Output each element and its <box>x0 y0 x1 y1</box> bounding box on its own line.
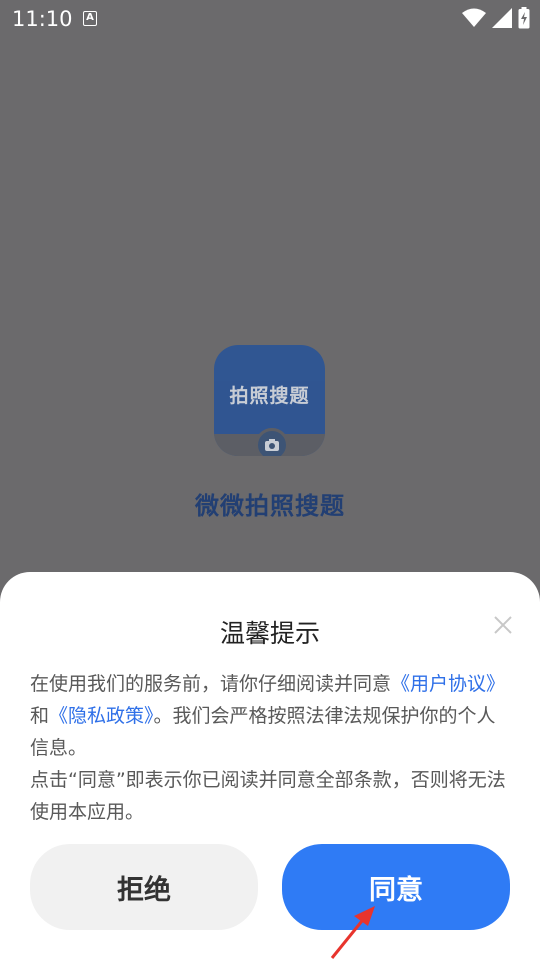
agree-button[interactable]: 同意 <box>282 844 510 930</box>
status-bar: 11:10 A <box>0 0 540 38</box>
privacy-dialog: 温馨提示 在使用我们的服务前，请你仔细阅读并同意《用户协议》和《隐私政策》。我们… <box>0 572 540 960</box>
privacy-policy-link[interactable]: 《隐私政策》 <box>49 705 154 727</box>
status-time: 11:10 <box>12 7 73 31</box>
body-text: 点击“同意”即表示你已阅读并同意全部条款，否则将无法使用本应用。 <box>30 769 506 823</box>
app-name: 微微拍照搜题 <box>195 492 345 520</box>
wifi-icon <box>462 8 486 27</box>
app-logo-text: 拍照搜题 <box>229 385 310 407</box>
refuse-button[interactable]: 拒绝 <box>30 844 258 930</box>
user-agreement-link[interactable]: 《用户协议》 <box>391 673 505 695</box>
dialog-body: 在使用我们的服务前，请你仔细阅读并同意《用户协议》和《隐私政策》。我们会严格按照… <box>30 668 514 828</box>
battery-icon <box>518 7 530 29</box>
close-icon <box>494 616 512 634</box>
camera-icon <box>255 428 289 456</box>
body-text: 和 <box>30 705 50 727</box>
close-button[interactable] <box>490 612 516 638</box>
signal-icon <box>492 8 512 28</box>
dialog-title: 温馨提示 <box>219 619 320 648</box>
body-text: 在使用我们的服务前，请你仔细阅读并同意 <box>30 673 392 695</box>
pointer-arrow-icon <box>330 906 375 959</box>
app-logo: 拍照搜题 <box>214 345 325 456</box>
status-icons <box>462 6 530 30</box>
notification-icon: A <box>83 11 97 26</box>
